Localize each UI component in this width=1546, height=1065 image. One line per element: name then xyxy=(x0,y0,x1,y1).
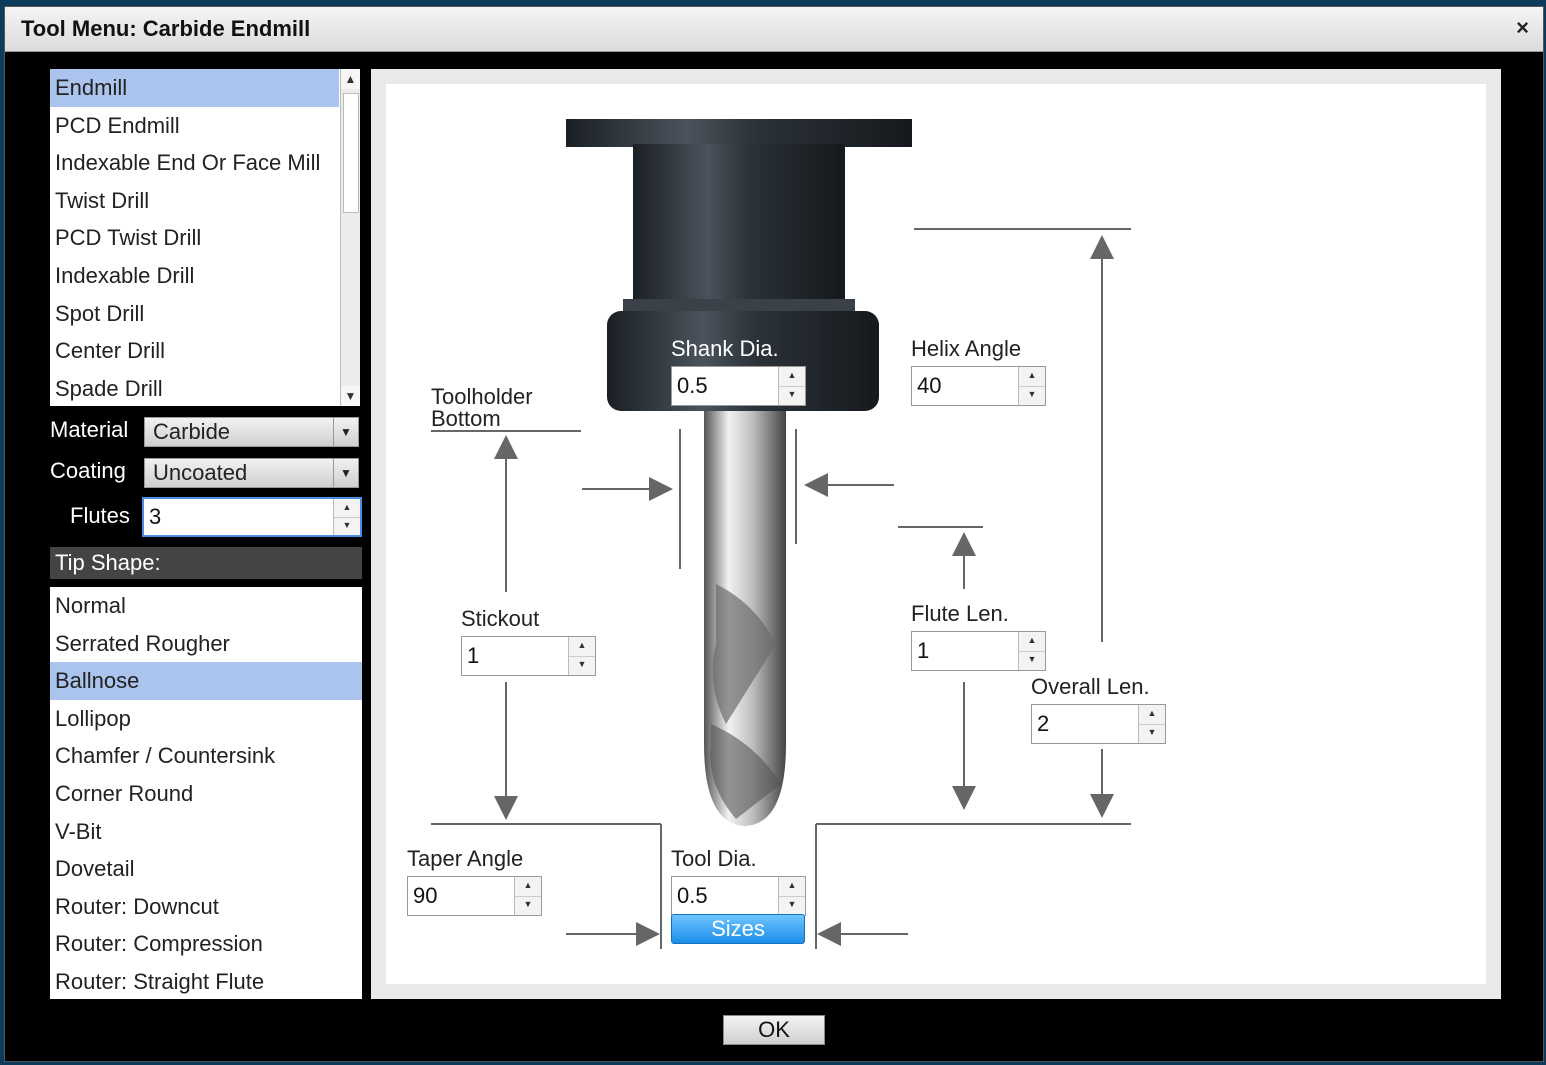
tool-type-scrollbar[interactable]: ▲ ▼ xyxy=(340,69,360,406)
spin-up-icon[interactable]: ▲ xyxy=(1139,705,1165,725)
flute-len-label: Flute Len. xyxy=(911,601,1009,626)
taper-angle-label: Taper Angle xyxy=(407,846,524,871)
material-value: Carbide xyxy=(153,419,231,444)
tool-type-item[interactable]: Spot Drill xyxy=(50,295,360,333)
tool-dia-label: Tool Dia. xyxy=(671,846,757,871)
flute-len-stepper[interactable]: ▲▼ xyxy=(911,631,1046,671)
tip-shape-item[interactable]: Dovetail xyxy=(50,850,362,888)
tool-type-item[interactable]: Endmill xyxy=(50,69,339,107)
overall-len-stepper[interactable]: ▲▼ xyxy=(1031,704,1166,744)
tip-shape-item[interactable]: Normal xyxy=(50,587,362,625)
tool-illustration xyxy=(431,119,1131,949)
tool-dia-input[interactable] xyxy=(672,877,780,915)
spin-up-icon[interactable]: ▲ xyxy=(1019,632,1045,652)
spin-down-icon[interactable]: ▼ xyxy=(334,517,360,535)
spin-down-icon[interactable]: ▼ xyxy=(569,656,595,675)
spin-up-icon[interactable]: ▲ xyxy=(779,367,805,387)
material-label: Material xyxy=(50,417,129,442)
tip-shape-item[interactable]: Corner Round xyxy=(50,775,362,813)
tool-type-item[interactable]: Twist Drill xyxy=(50,182,360,220)
flutes-label: Flutes xyxy=(70,503,130,528)
spin-down-icon[interactable]: ▼ xyxy=(779,386,805,405)
overall-len-input[interactable] xyxy=(1032,705,1140,743)
tip-shape-item[interactable]: Ballnose xyxy=(50,662,362,700)
shank-dia-stepper[interactable]: ▲▼ xyxy=(671,366,806,406)
tip-shape-item[interactable]: Router: Straight Flute xyxy=(50,963,362,999)
tip-shape-list[interactable]: Normal Serrated Rougher Ballnose Lollipo… xyxy=(50,587,362,999)
tip-shape-item[interactable]: Router: Downcut xyxy=(50,888,362,926)
tool-shank xyxy=(704,411,786,571)
diagram-frame: Shank Dia. ▲▼ Helix Angle ▲▼ Toolholder … xyxy=(371,69,1501,999)
tip-shape-item[interactable]: Lollipop xyxy=(50,700,362,738)
sizes-button[interactable]: Sizes xyxy=(671,914,805,944)
tool-type-item[interactable]: Center Drill xyxy=(50,332,360,370)
spin-down-icon[interactable]: ▼ xyxy=(515,896,541,915)
shank-dia-label: Shank Dia. xyxy=(671,336,779,361)
toolholder-cap xyxy=(566,119,912,147)
spin-up-icon[interactable]: ▲ xyxy=(569,637,595,657)
ok-button[interactable]: OK xyxy=(723,1015,825,1045)
spin-up-icon[interactable]: ▲ xyxy=(1019,367,1045,387)
taper-angle-input[interactable] xyxy=(408,877,516,915)
spin-down-icon[interactable]: ▼ xyxy=(779,896,805,915)
tool-type-item[interactable]: Spade Drill xyxy=(50,370,360,406)
tool-type-item[interactable]: PCD Endmill xyxy=(50,107,360,145)
helix-angle-label: Helix Angle xyxy=(911,336,1022,361)
toolholder-bottom-line2: Bottom xyxy=(431,406,501,431)
material-select[interactable]: Carbide ▼ xyxy=(144,417,359,447)
tool-diagram: Shank Dia. ▲▼ Helix Angle ▲▼ Toolholder … xyxy=(386,84,1486,984)
toolholder-bottom-label: Toolholder Bottom xyxy=(431,386,533,430)
tool-type-item[interactable]: PCD Twist Drill xyxy=(50,219,360,257)
flute-len-input[interactable] xyxy=(912,632,1020,670)
stickout-label: Stickout xyxy=(461,606,540,631)
tool-type-item[interactable]: Indexable Drill xyxy=(50,257,360,295)
stickout-stepper[interactable]: ▲▼ xyxy=(461,636,596,676)
overall-len-label: Overall Len. xyxy=(1031,674,1150,699)
spin-down-icon[interactable]: ▼ xyxy=(1139,724,1165,743)
scroll-up-icon[interactable]: ▲ xyxy=(341,69,360,89)
shank-dia-input[interactable] xyxy=(672,367,780,405)
tip-shape-item[interactable]: Chamfer / Countersink xyxy=(50,737,362,775)
flutes-input[interactable] xyxy=(144,499,334,535)
scroll-down-icon[interactable]: ▼ xyxy=(341,386,360,406)
helix-angle-input[interactable] xyxy=(912,367,1020,405)
spin-up-icon[interactable]: ▲ xyxy=(334,499,360,518)
tip-shape-item[interactable]: Serrated Rougher xyxy=(50,625,362,663)
spin-down-icon[interactable]: ▼ xyxy=(1019,651,1045,670)
toolholder-bottom-line1: Toolholder xyxy=(431,384,533,409)
tip-shape-item[interactable]: V-Bit xyxy=(50,813,362,851)
spin-down-icon[interactable]: ▼ xyxy=(1019,386,1045,405)
flutes-stepper[interactable]: ▲▼ xyxy=(142,497,362,537)
taper-angle-stepper[interactable]: ▲▼ xyxy=(407,876,542,916)
dialog-title: Tool Menu: Carbide Endmill xyxy=(21,16,311,41)
helix-angle-stepper[interactable]: ▲▼ xyxy=(911,366,1046,406)
tool-type-item[interactable]: Indexable End Or Face Mill xyxy=(50,144,360,182)
tip-shape-item[interactable]: Router: Compression xyxy=(50,925,362,963)
chevron-down-icon[interactable]: ▼ xyxy=(333,459,358,487)
spin-up-icon[interactable]: ▲ xyxy=(779,877,805,897)
coating-value: Uncoated xyxy=(153,460,248,485)
tip-shape-header: Tip Shape: xyxy=(50,547,362,579)
spin-up-icon[interactable]: ▲ xyxy=(515,877,541,897)
scroll-thumb[interactable] xyxy=(343,93,359,213)
stickout-input[interactable] xyxy=(462,637,570,675)
coating-label: Coating xyxy=(50,458,126,483)
title-bar[interactable]: Tool Menu: Carbide Endmill × xyxy=(5,7,1543,52)
close-icon[interactable]: × xyxy=(1516,15,1529,41)
toolholder-body xyxy=(633,144,845,299)
tool-menu-dialog: Tool Menu: Carbide Endmill × Endmill PCD… xyxy=(4,6,1544,1062)
tool-dia-stepper[interactable]: ▲▼ xyxy=(671,876,806,916)
tool-type-list[interactable]: Endmill PCD Endmill Indexable End Or Fac… xyxy=(50,69,360,406)
coating-select[interactable]: Uncoated ▼ xyxy=(144,458,359,488)
chevron-down-icon[interactable]: ▼ xyxy=(333,418,358,446)
